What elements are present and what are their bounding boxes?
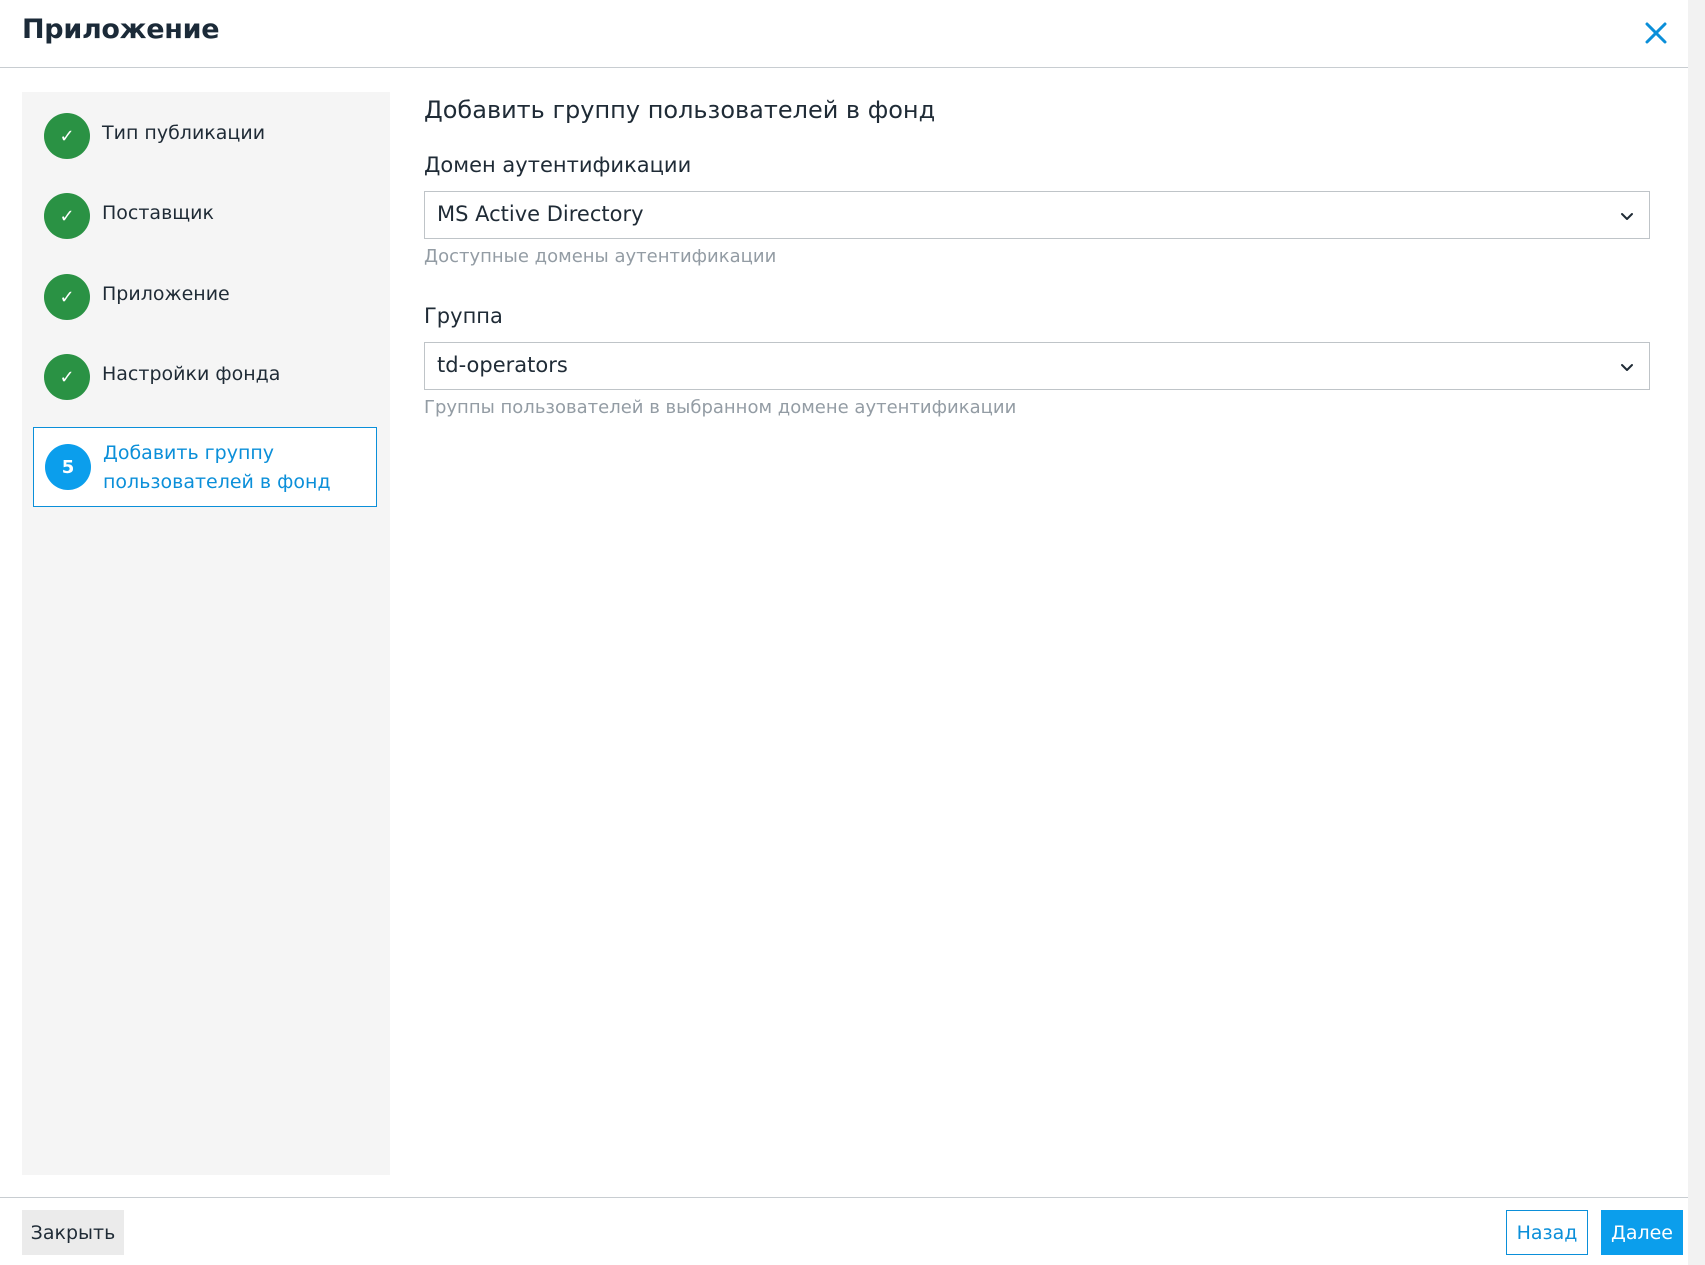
wizard-steps-sidebar: ✓ Тип публикации ✓ Поставщик ✓ Приложени… (22, 92, 390, 1175)
domain-select-value: MS Active Directory (437, 202, 644, 226)
domain-select[interactable]: MS Active Directory (424, 191, 1650, 239)
page-scroll-gutter (1688, 0, 1705, 1265)
step-label: Поставщик (102, 202, 214, 224)
back-button[interactable]: Назад (1506, 1210, 1588, 1255)
step-application[interactable]: ✓ Приложение (22, 265, 390, 327)
group-select-value: td-operators (437, 353, 568, 377)
dialog-footer: Закрыть Назад Далее (0, 1197, 1688, 1265)
chevron-down-icon (1621, 213, 1633, 220)
content-title: Добавить группу пользователей в фонд (424, 96, 936, 124)
dialog-title: Приложение (22, 14, 220, 45)
chevron-down-icon (1621, 364, 1633, 371)
dialog-header: Приложение (0, 0, 1688, 68)
next-button[interactable]: Далее (1601, 1210, 1683, 1255)
check-icon: ✓ (44, 193, 90, 239)
step-number-badge: 5 (45, 444, 91, 490)
step-label: Настройки фонда (102, 363, 281, 385)
close-button[interactable]: Закрыть (22, 1210, 124, 1255)
group-helper: Группы пользователей в выбранном домене … (424, 397, 1017, 418)
step-label: Приложение (102, 283, 230, 305)
group-label: Группа (424, 304, 503, 328)
wizard-dialog: Приложение ✓ Тип публикации ✓ Поставщик … (0, 0, 1688, 1265)
check-icon: ✓ (44, 354, 90, 400)
close-icon[interactable] (1641, 18, 1671, 48)
step-pool-settings[interactable]: ✓ Настройки фонда (22, 345, 390, 407)
step-publication-type[interactable]: ✓ Тип публикации (22, 104, 390, 166)
group-select[interactable]: td-operators (424, 342, 1650, 390)
step-label: Тип публикации (102, 122, 266, 144)
step-label: Добавить группу пользователей в фонд (103, 442, 331, 493)
check-icon: ✓ (44, 274, 90, 320)
step-provider[interactable]: ✓ Поставщик (22, 184, 390, 246)
domain-label: Домен аутентификации (424, 153, 692, 177)
step-add-user-group[interactable]: 5 Добавить группу пользователей в фонд (33, 427, 377, 507)
check-icon: ✓ (44, 113, 90, 159)
domain-helper: Доступные домены аутентификации (424, 246, 777, 267)
